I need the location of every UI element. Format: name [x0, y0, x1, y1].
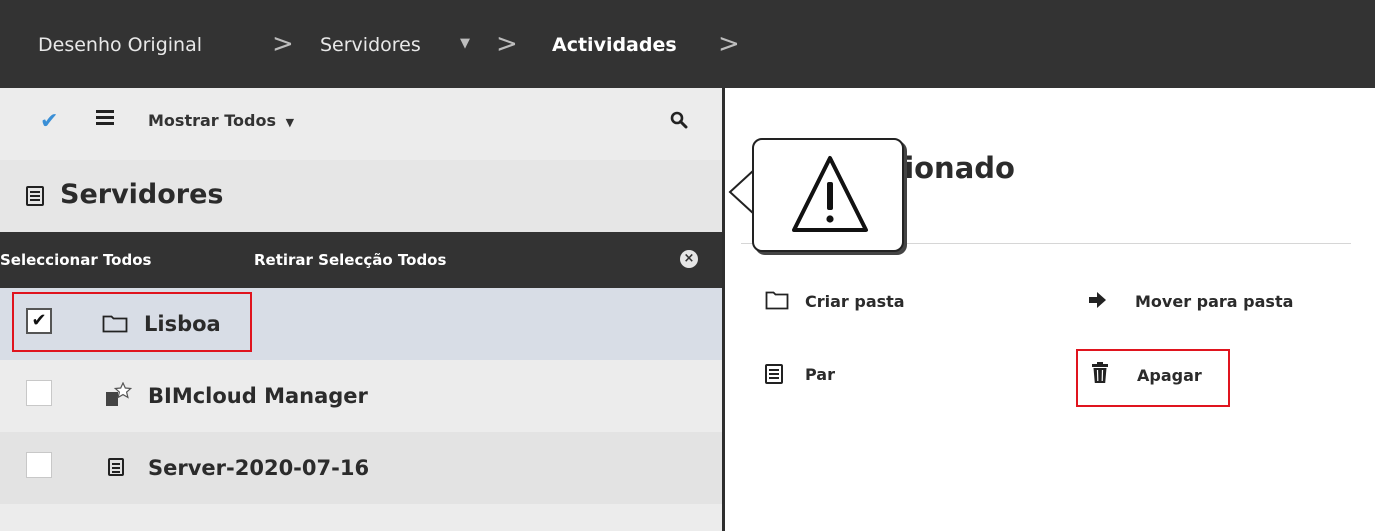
breadcrumb-separator-icon: >: [718, 29, 740, 59]
folder-icon: [765, 290, 789, 310]
show-all-filter[interactable]: Mostrar Todos ▼: [148, 110, 294, 134]
move-to-folder-button[interactable]: Mover para pasta: [1135, 291, 1293, 313]
server-icon: [765, 364, 783, 384]
caret-down-icon[interactable]: ▼: [460, 34, 470, 54]
section-header: Servidores: [0, 160, 722, 232]
highlight-apagar: [1076, 349, 1230, 407]
show-all-label: Mostrar Todos: [148, 111, 276, 130]
breadcrumb-separator-icon: >: [496, 29, 518, 59]
list-toolbar: ✔ Mostrar Todos ▼: [0, 88, 722, 160]
list-item[interactable]: Server-2020-07-16: [0, 432, 722, 504]
section-title: Servidores: [60, 179, 224, 210]
list-icon[interactable]: [96, 110, 114, 126]
check-icon[interactable]: ✔: [40, 110, 58, 134]
breadcrumb-actividades[interactable]: Actividades: [552, 32, 677, 58]
warning-icon: [792, 156, 868, 232]
list-empty-row: [0, 504, 722, 531]
pair-button[interactable]: Par: [805, 364, 835, 386]
server-icon: [108, 458, 124, 476]
breadcrumb-bar: Desenho Original > Servidores ▼ > Activi…: [0, 0, 1375, 88]
caret-down-icon: ▼: [285, 116, 295, 129]
selection-bar: Seleccionar Todos Retirar Selecção Todos…: [0, 232, 722, 288]
item-checkbox[interactable]: [26, 452, 52, 478]
warning-callout: [752, 138, 904, 252]
manager-star-icon: [104, 381, 133, 408]
breadcrumb-servidores[interactable]: Servidores: [320, 32, 421, 58]
details-title: cionado: [887, 151, 1015, 185]
breadcrumb-separator-icon: >: [272, 29, 294, 59]
arrow-right-icon: [1087, 291, 1107, 309]
item-label: BIMcloud Manager: [148, 384, 368, 408]
create-folder-button[interactable]: Criar pasta: [805, 291, 905, 313]
select-all-link[interactable]: Seleccionar Todos: [0, 249, 151, 271]
deselect-all-link[interactable]: Retirar Selecção Todos: [254, 249, 446, 271]
close-circle-icon[interactable]: ×: [680, 250, 698, 268]
server-icon: [26, 186, 44, 206]
breadcrumb-desenho-original[interactable]: Desenho Original: [38, 32, 202, 58]
highlight-lisboa: [12, 292, 252, 352]
search-icon[interactable]: [670, 111, 688, 129]
item-label: Server-2020-07-16: [148, 456, 370, 480]
list-item[interactable]: BIMcloud Manager: [0, 360, 722, 432]
item-checkbox[interactable]: [26, 380, 52, 406]
